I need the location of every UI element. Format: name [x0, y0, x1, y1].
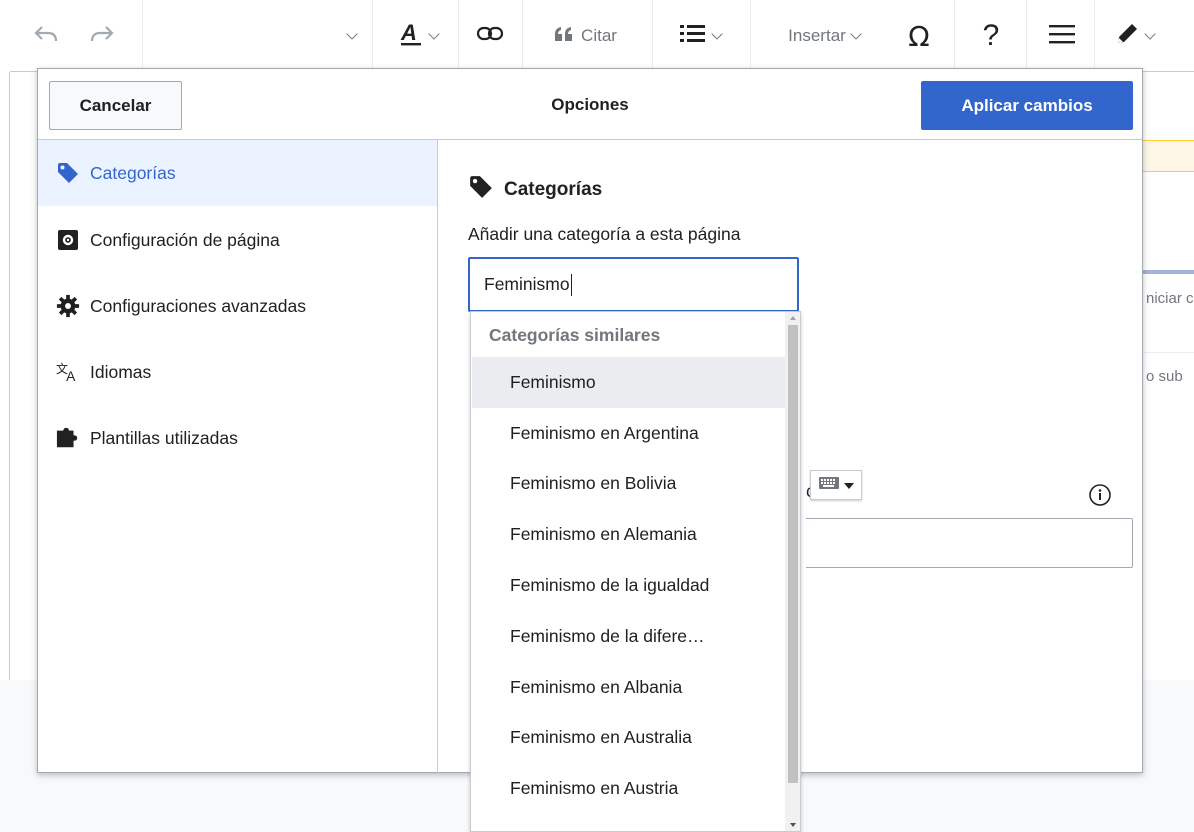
- list-item[interactable]: Feminismo en Alemania: [472, 509, 786, 560]
- toolbar-separator: [1094, 0, 1095, 72]
- sidebar-item-label: Plantillas utilizadas: [90, 427, 238, 448]
- sidebar-item-label: Configuración de página: [90, 229, 280, 250]
- list-item[interactable]: Feminismo en Brasil: [472, 814, 786, 831]
- side-panel-divider: [1143, 352, 1194, 353]
- list-item[interactable]: Feminismo en Argentina: [472, 408, 786, 459]
- undo-button[interactable]: [24, 0, 68, 72]
- list-item[interactable]: Feminismo: [472, 357, 786, 408]
- sidebar-item-configuraciones-avanzadas[interactable]: Configuraciones avanzadas: [38, 273, 437, 339]
- language-icon: 文A: [56, 360, 80, 384]
- text-style-button[interactable]: A: [382, 0, 454, 72]
- sidebar-item-idiomas[interactable]: 文A Idiomas: [38, 339, 437, 405]
- chevron-down-icon: [850, 27, 862, 40]
- scroll-up-arrow-icon[interactable]: [790, 316, 796, 320]
- redo-button[interactable]: [80, 0, 124, 72]
- quote-icon: [553, 25, 575, 48]
- link-button[interactable]: [462, 0, 518, 72]
- svg-text:A: A: [400, 20, 417, 45]
- sidebar-item-plantillas[interactable]: Plantillas utilizadas: [38, 405, 437, 471]
- scroll-down-arrow-icon[interactable]: [790, 823, 796, 827]
- side-panel-text-1: niciar c: [1146, 290, 1194, 307]
- category-input-value: Feminismo: [484, 274, 570, 294]
- toolbar-separator: [750, 0, 751, 72]
- chevron-down-icon: [346, 27, 358, 40]
- pencil-icon: [1114, 21, 1140, 52]
- svg-text:A: A: [66, 368, 76, 384]
- apply-changes-button[interactable]: Aplicar cambios: [921, 81, 1133, 130]
- link-icon: [476, 25, 504, 48]
- page-left-border: [9, 72, 10, 682]
- chevron-down-icon: [711, 27, 723, 40]
- notice-banner: [1143, 140, 1194, 172]
- gear-icon: [56, 294, 80, 318]
- list-item[interactable]: Feminismo de la igualdad: [472, 560, 786, 611]
- cite-label: Citar: [581, 26, 617, 45]
- format-paragraph-dropdown[interactable]: [330, 0, 374, 72]
- list-item[interactable]: Feminismo en Austria: [472, 763, 786, 814]
- dropdown-scrollbar[interactable]: [785, 312, 800, 831]
- page-settings-icon: [56, 228, 80, 252]
- tag-icon: [468, 174, 494, 206]
- keyboard-input-button[interactable]: [810, 470, 862, 500]
- options-sidebar: Categorías Configuración de página Confi…: [38, 140, 438, 773]
- chevron-down-icon: [1144, 27, 1156, 40]
- undo-icon: [33, 24, 59, 49]
- sidebar-item-categorias[interactable]: Categorías: [38, 140, 437, 206]
- caret-down-icon: [844, 476, 854, 494]
- list-item[interactable]: Feminismo en Australia: [472, 712, 786, 763]
- page-menu-button[interactable]: [1034, 0, 1090, 72]
- dialog-header: Opciones Cancelar Aplicar cambios: [38, 69, 1142, 140]
- puzzle-icon: [56, 426, 80, 450]
- panel-description: Añadir una categoría a esta página: [468, 224, 741, 244]
- tag-icon: [56, 161, 80, 185]
- list-item[interactable]: Feminismo en Albania: [472, 662, 786, 713]
- toolbar-separator: [142, 0, 143, 72]
- side-panel-text-2: o sub: [1146, 368, 1183, 385]
- toolbar-separator: [652, 0, 653, 72]
- cite-button[interactable]: Citar: [530, 0, 640, 72]
- hamburger-menu-icon: [1048, 23, 1076, 50]
- list-item[interactable]: Feminismo de la difere…: [472, 611, 786, 662]
- info-icon[interactable]: [1088, 483, 1112, 507]
- category-search-input[interactable]: Feminismo: [468, 257, 799, 312]
- edit-mode-dropdown[interactable]: [1096, 0, 1172, 72]
- category-suggestions-dropdown: Categorías similares Feminismo Feminismo…: [470, 311, 801, 832]
- keyboard-icon: [818, 475, 840, 496]
- sidebar-item-label: Categorías: [90, 162, 176, 183]
- sort-key-input[interactable]: [806, 518, 1133, 568]
- help-button[interactable]: ?: [966, 0, 1016, 72]
- toolbar-separator: [1026, 0, 1027, 72]
- list-dropdown[interactable]: [660, 0, 740, 72]
- toolbar-separator: [458, 0, 459, 72]
- list-item[interactable]: Feminismo en Bolivia: [472, 458, 786, 509]
- list-icon: [679, 23, 707, 50]
- scrollbar-thumb[interactable]: [788, 325, 798, 783]
- toolbar-separator: [522, 0, 523, 72]
- insert-dropdown[interactable]: Insertar: [754, 0, 894, 72]
- insert-label: Insertar: [788, 26, 846, 45]
- toolbar-separator: [372, 0, 373, 72]
- help-icon: ?: [982, 19, 1000, 52]
- suggestions-header: Categorías similares: [489, 325, 661, 345]
- editor-toolbar: A Citar Insertar Ω ?: [10, 0, 1194, 72]
- panel-heading: Categorías: [468, 174, 602, 206]
- text-style-icon: A: [398, 20, 424, 53]
- sidebar-item-label: Idiomas: [90, 361, 152, 382]
- omega-icon: Ω: [908, 19, 930, 53]
- text-caret: [570, 273, 572, 296]
- cancel-button[interactable]: Cancelar: [49, 81, 182, 130]
- chevron-down-icon: [428, 27, 440, 40]
- sidebar-item-label: Configuraciones avanzadas: [90, 295, 306, 316]
- special-character-button[interactable]: Ω: [894, 0, 944, 72]
- sidebar-item-configuracion-pagina[interactable]: Configuración de página: [38, 207, 437, 273]
- toolbar-separator: [954, 0, 955, 72]
- redo-icon: [89, 24, 115, 49]
- panel-heading-text: Categorías: [504, 179, 603, 200]
